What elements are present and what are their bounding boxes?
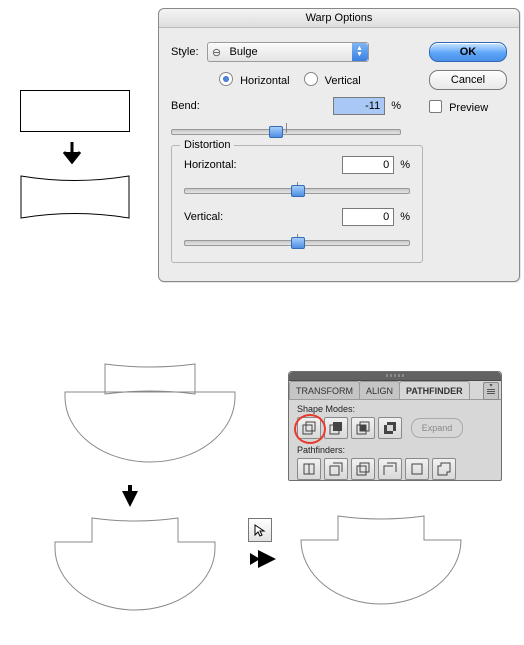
bend-slider[interactable] (171, 125, 401, 139)
dialog-title: Warp Options (159, 9, 519, 28)
dist-v-label: Vertical: (184, 211, 223, 223)
figure-hat-final (296, 514, 466, 617)
style-select[interactable]: ⊖ Bulge ▲▼ (207, 42, 369, 62)
distortion-legend: Distortion (180, 139, 234, 151)
minus-front-button[interactable] (324, 417, 348, 439)
checkbox-icon (429, 100, 442, 113)
figure-rectangle (20, 90, 130, 132)
intersect-button[interactable] (351, 417, 375, 439)
slider-thumb[interactable] (291, 185, 305, 197)
crop-button[interactable] (378, 458, 402, 480)
dist-h-slider[interactable] (184, 184, 410, 198)
orientation-horizontal[interactable]: Horizontal (219, 72, 290, 87)
bend-unit: % (391, 100, 401, 112)
dist-v-unit: % (400, 211, 410, 223)
bulge-icon: ⊖ (210, 46, 224, 59)
radio-icon (219, 72, 233, 86)
slider-thumb[interactable] (291, 237, 305, 249)
radio-icon (304, 72, 318, 86)
bend-label: Bend: (171, 100, 200, 112)
dist-h-input[interactable]: 0 (342, 156, 394, 174)
direct-selection-icon (253, 523, 267, 537)
expand-button[interactable]: Expand (411, 418, 463, 438)
style-label: Style: (171, 46, 199, 58)
shape-modes-label: Shape Modes: (297, 404, 493, 414)
outline-button[interactable] (405, 458, 429, 480)
minus-back-button[interactable] (432, 458, 456, 480)
dist-h-label: Horizontal: (184, 159, 237, 171)
preview-checkbox[interactable]: Preview (429, 100, 507, 114)
tab-align[interactable]: ALIGN (359, 381, 400, 399)
dropdown-arrows-icon: ▲▼ (352, 43, 368, 61)
exclude-button[interactable] (378, 417, 402, 439)
style-value: Bulge (226, 46, 352, 58)
pathfinders-label: Pathfinders: (297, 445, 493, 455)
tab-transform[interactable]: TRANSFORM (289, 381, 360, 399)
dist-v-input[interactable]: 0 (342, 208, 394, 226)
trim-button[interactable] (324, 458, 348, 480)
arrow-right-icon (250, 550, 276, 571)
arrow-down-icon (62, 142, 82, 164)
slider-thumb[interactable] (269, 126, 283, 138)
cancel-button[interactable]: Cancel (429, 70, 507, 90)
figure-hat-parts (60, 362, 240, 475)
tab-pathfinder[interactable]: PATHFINDER (399, 381, 470, 399)
orientation-vertical[interactable]: Vertical (304, 72, 361, 87)
direct-selection-tool-button[interactable] (248, 518, 272, 542)
divide-button[interactable] (297, 458, 321, 480)
dist-h-unit: % (400, 159, 410, 171)
panel-grip[interactable] (289, 372, 501, 381)
bend-input[interactable]: -11 (333, 97, 385, 115)
arrow-down-icon (120, 485, 140, 507)
figure-concave-rect (20, 175, 130, 222)
panel-menu-button[interactable] (483, 382, 499, 400)
warp-options-dialog: Warp Options Style: ⊖ Bulge ▲▼ Horizonta… (158, 8, 520, 282)
merge-button[interactable] (351, 458, 375, 480)
figure-hat-united (50, 516, 220, 619)
pathfinder-panel: TRANSFORM ALIGN PATHFINDER Shape Modes: … (288, 371, 502, 481)
unite-button[interactable] (297, 417, 321, 439)
ok-button[interactable]: OK (429, 42, 507, 62)
dist-v-slider[interactable] (184, 236, 410, 250)
